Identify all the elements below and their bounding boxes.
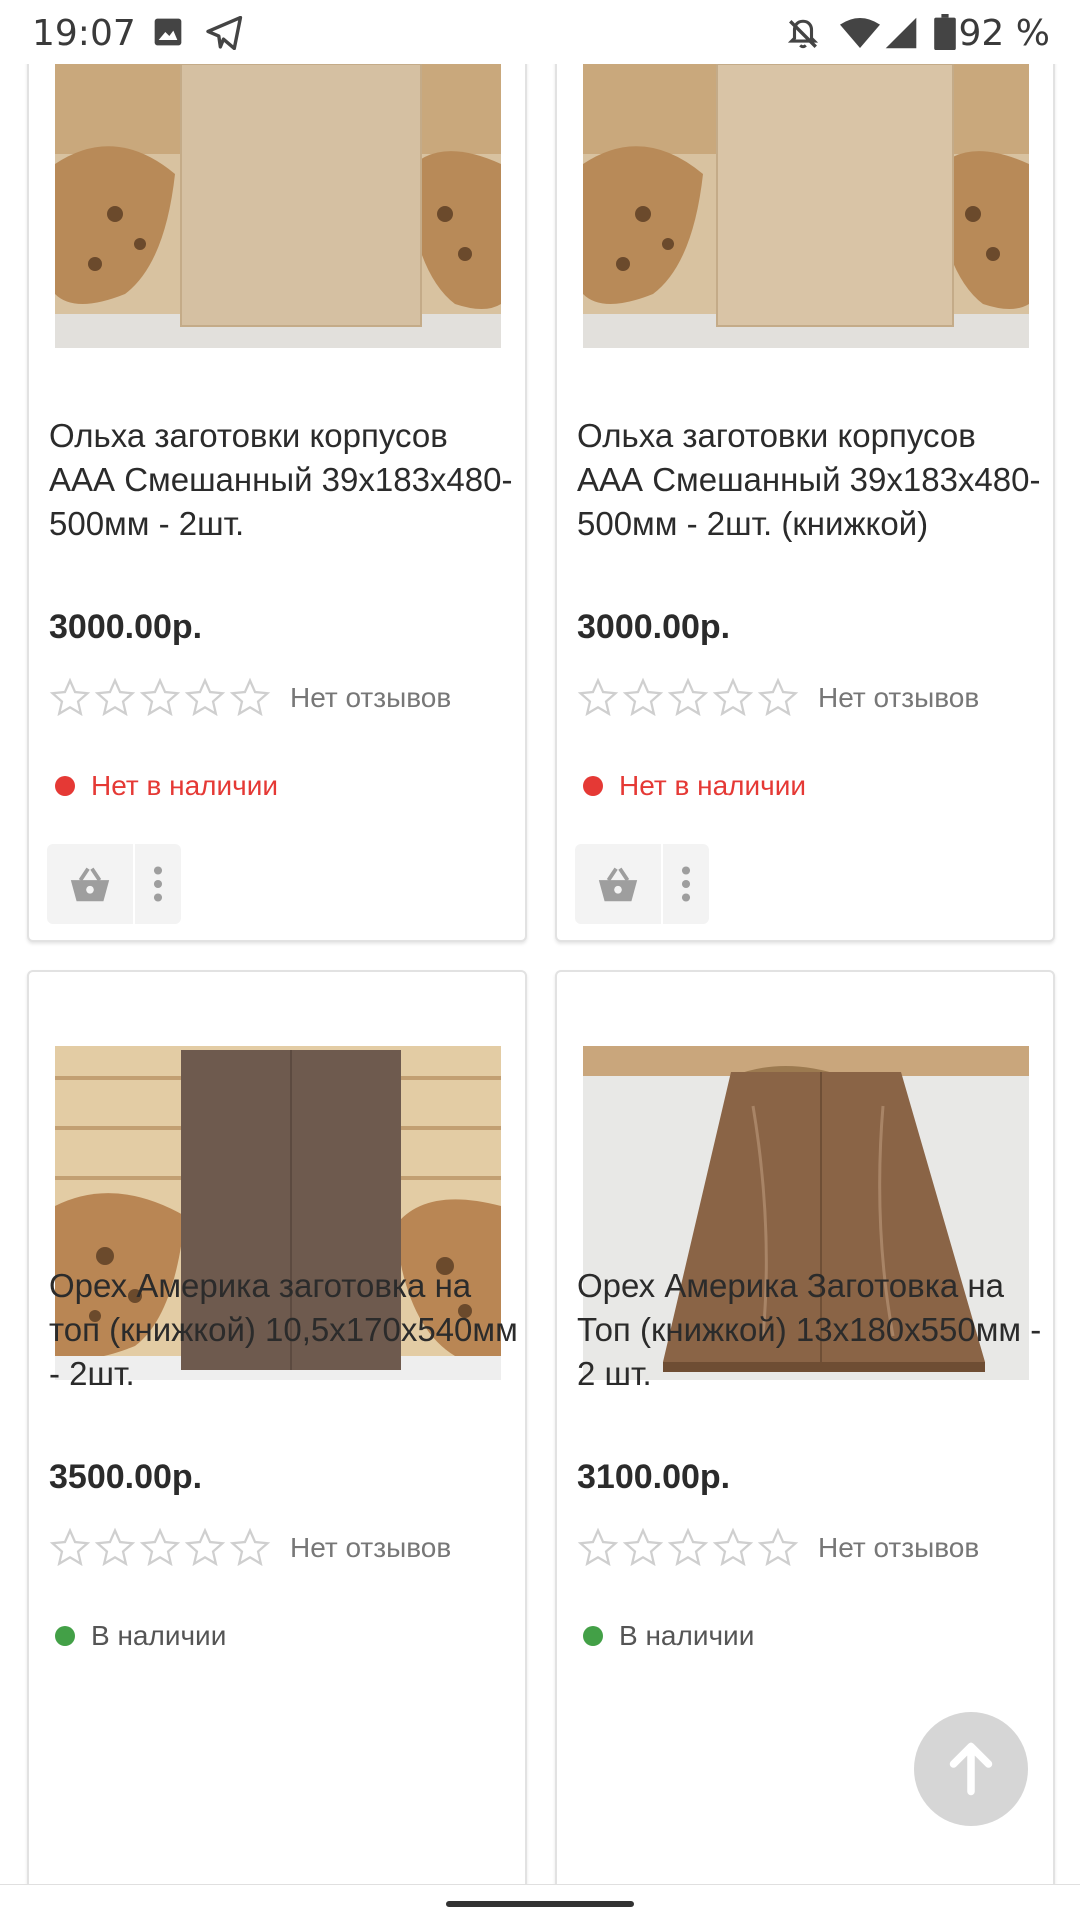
product-title[interactable]: Ольха заготовки корпусов ААА Смешанный 3… [577,414,1047,546]
battery-icon [934,14,956,55]
stock-dot [55,776,75,796]
product-title[interactable]: Орех Америка Заготовка на Топ (книжкой) … [577,1264,1047,1404]
basket-icon [598,867,638,902]
add-to-cart-button[interactable] [47,844,135,924]
signal-icon [884,16,918,55]
star-icon [229,677,271,717]
arrow-up-icon [949,1742,993,1796]
more-vert-icon [681,866,691,902]
more-vert-icon [153,866,163,902]
star-icon [622,677,664,717]
star-icon [712,677,754,717]
product-card[interactable]: Ольха заготовки корпусов ААА Смешанный 3… [27,20,527,942]
product-rating: Нет отзывов [49,1526,451,1570]
stock-label: В наличии [619,1620,755,1651]
star-icon [229,1527,271,1567]
stock-label: Нет в наличии [619,770,807,801]
reviews-count[interactable]: Нет отзывов [290,682,451,714]
star-icon [94,677,136,717]
stock-dot [583,1626,603,1646]
add-to-cart-button[interactable] [575,844,663,924]
star-icon [757,677,799,717]
star-icon [139,677,181,717]
star-icon [712,1527,754,1567]
star-icon [667,677,709,717]
stock-status: В наличии [583,1620,754,1652]
reviews-count[interactable]: Нет отзывов [818,1532,979,1564]
stock-dot [583,776,603,796]
status-bar: 19:07 92 % [0,0,1080,64]
stock-label: В наличии [91,1620,227,1651]
card-actions [47,844,181,924]
product-grid: Ольха заготовки корпусов ААА Смешанный 3… [0,0,1080,1920]
product-price: 3500.00р. [49,1458,203,1496]
star-icon [49,677,91,717]
star-icon [49,1527,91,1567]
product-price: 3000.00р. [577,608,731,646]
star-icon [139,1527,181,1567]
stock-label: Нет в наличии [91,770,279,801]
star-icon [184,1527,226,1567]
notifications-off-icon [786,16,820,57]
more-options-button[interactable] [663,844,709,924]
stock-status: Нет в наличии [583,770,806,802]
battery-percent: 92 % [958,13,1050,54]
star-icon [667,1527,709,1567]
gesture-nav-bar [0,1884,1080,1920]
product-title[interactable]: Ольха заготовки корпусов ААА Смешанный 3… [49,414,519,554]
card-actions [575,844,709,924]
star-icon [757,1527,799,1567]
star-icon [184,677,226,717]
basket-icon [70,867,110,902]
more-options-button[interactable] [135,844,181,924]
stock-status: Нет в наличии [55,770,278,802]
product-price: 3000.00р. [49,608,203,646]
status-time: 19:07 [32,13,136,54]
stock-dot [55,1626,75,1646]
product-rating: Нет отзывов [577,676,979,720]
star-icon [94,1527,136,1567]
image-icon [152,16,184,53]
product-card[interactable]: Орех Америка заготовка на топ (книжкой) … [27,970,527,1920]
product-title[interactable]: Орех Америка заготовка на топ (книжкой) … [49,1264,519,1404]
star-icon [622,1527,664,1567]
scroll-to-top-button[interactable] [914,1712,1028,1826]
star-icon [577,677,619,717]
product-image[interactable] [55,64,501,348]
reviews-count[interactable]: Нет отзывов [818,682,979,714]
product-card[interactable]: Ольха заготовки корпусов ААА Смешанный 3… [555,20,1055,942]
stock-status: В наличии [55,1620,226,1652]
wifi-icon [840,16,880,55]
product-rating: Нет отзывов [577,1526,979,1570]
product-image[interactable] [583,64,1029,348]
product-price: 3100.00р. [577,1458,731,1496]
reviews-count[interactable]: Нет отзывов [290,1532,451,1564]
home-handle[interactable] [446,1901,634,1907]
product-rating: Нет отзывов [49,676,451,720]
telegram-icon [206,15,244,55]
star-icon [577,1527,619,1567]
